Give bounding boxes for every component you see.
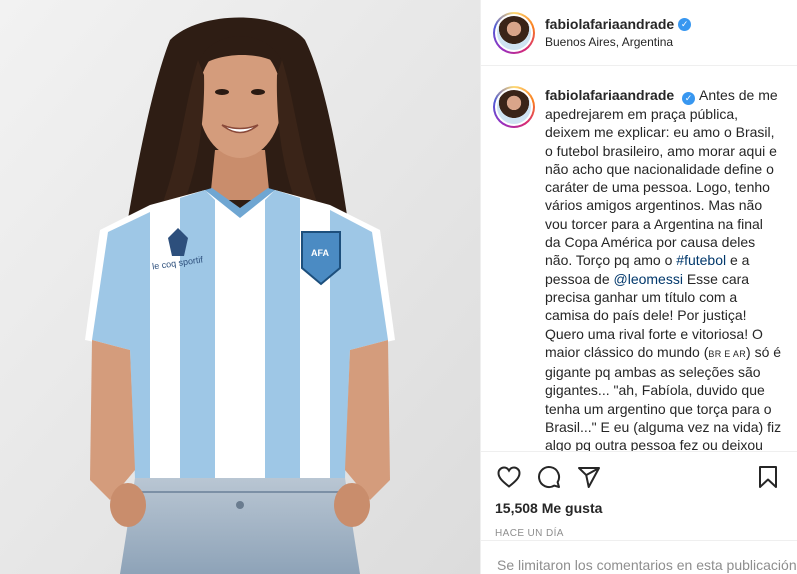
caption-verified-badge-icon: ✓ [682, 92, 696, 105]
action-bar: 15,508 Me gusta HACE UN DÍA [481, 451, 797, 539]
avatar[interactable] [493, 11, 535, 54]
comment-icon[interactable] [535, 463, 563, 491]
location-link[interactable]: Buenos Aires, Argentina [545, 35, 691, 49]
paper-plane-icon[interactable] [575, 463, 603, 491]
post-photo[interactable]: le coq sportif AFA [0, 0, 480, 574]
post-timestamp[interactable]: HACE UN DÍA [495, 528, 782, 539]
heart-icon[interactable] [495, 463, 523, 491]
post-side-panel: fabiolafariaandrade ✓ Buenos Aires, Arge… [480, 0, 797, 574]
caption-smallcaps: BR E AR [708, 348, 747, 359]
header-text: fabiolafariaandrade ✓ Buenos Aires, Arge… [545, 16, 692, 49]
caption-avatar-photo [497, 90, 531, 124]
likes-count[interactable]: 15,508 Me gusta [495, 500, 782, 516]
comments-disabled-notice: Se limitaron los comentarios en esta pub… [481, 540, 797, 574]
bookmark-icon[interactable] [754, 463, 782, 491]
action-icons [495, 460, 782, 494]
caption-text: fabiolafariaandrade ✓ Antes de me apedrej… [545, 86, 782, 451]
username-link[interactable]: fabiolafariaandrade [545, 16, 674, 32]
caption-avatar[interactable] [493, 86, 535, 128]
verified-badge-icon: ✓ [678, 17, 692, 31]
photo-illustration [0, 0, 480, 574]
hashtag-link[interactable]: #futebol [676, 252, 726, 268]
caption-area: fabiolafariaandrade ✓ Antes de me apedrej… [481, 66, 797, 451]
jersey-crest-text: AFA [311, 248, 329, 258]
instagram-post: le coq sportif AFA fabiolafariaandrade ✓… [0, 0, 797, 574]
mention-link[interactable]: @leomessi [614, 271, 683, 287]
post-header: fabiolafariaandrade ✓ Buenos Aires, Arge… [481, 0, 797, 66]
caption-username-link[interactable]: fabiolafariaandrade [545, 87, 674, 103]
caption-text-part-1: Antes de me apedrejarem em praça pública… [545, 87, 778, 269]
avatar-photo [497, 15, 531, 50]
